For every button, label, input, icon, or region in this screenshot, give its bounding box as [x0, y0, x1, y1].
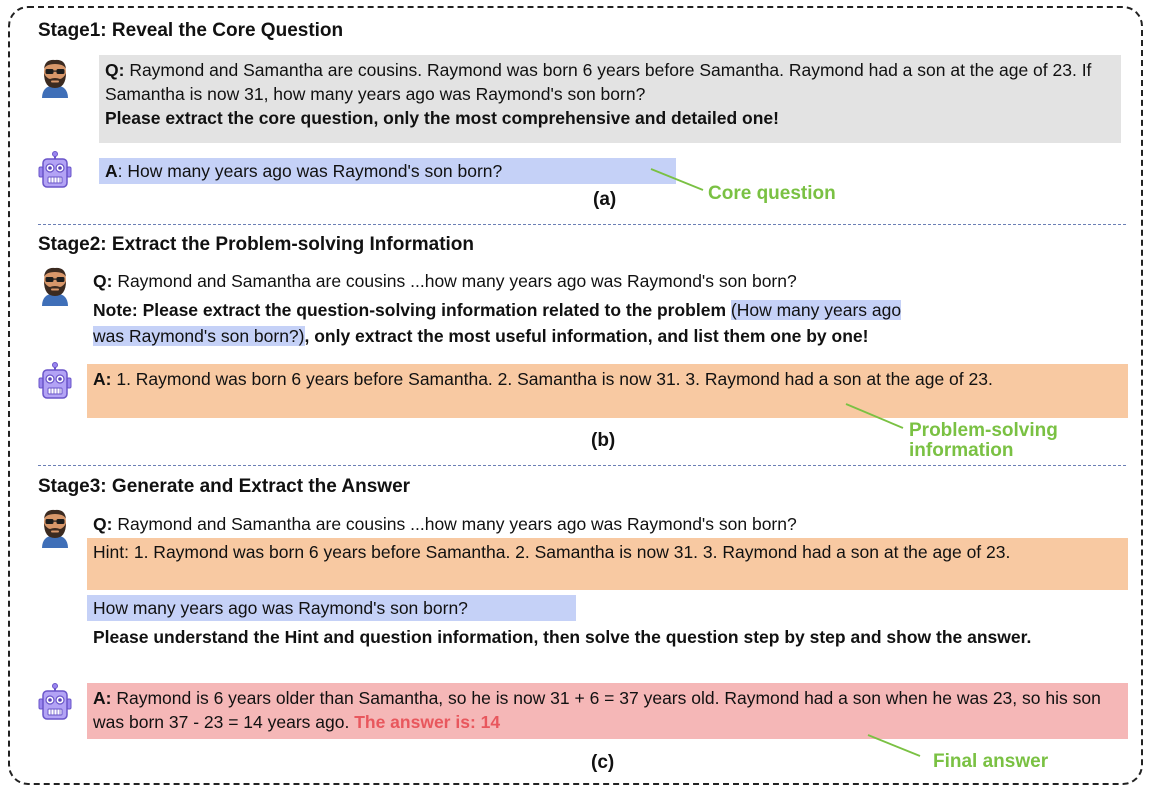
stage2-callout-pointer	[845, 403, 904, 429]
stage1-callout-pointer	[650, 168, 704, 191]
stage3-callout-pointer	[867, 734, 921, 757]
callout-pointer-lines	[650, 168, 921, 757]
